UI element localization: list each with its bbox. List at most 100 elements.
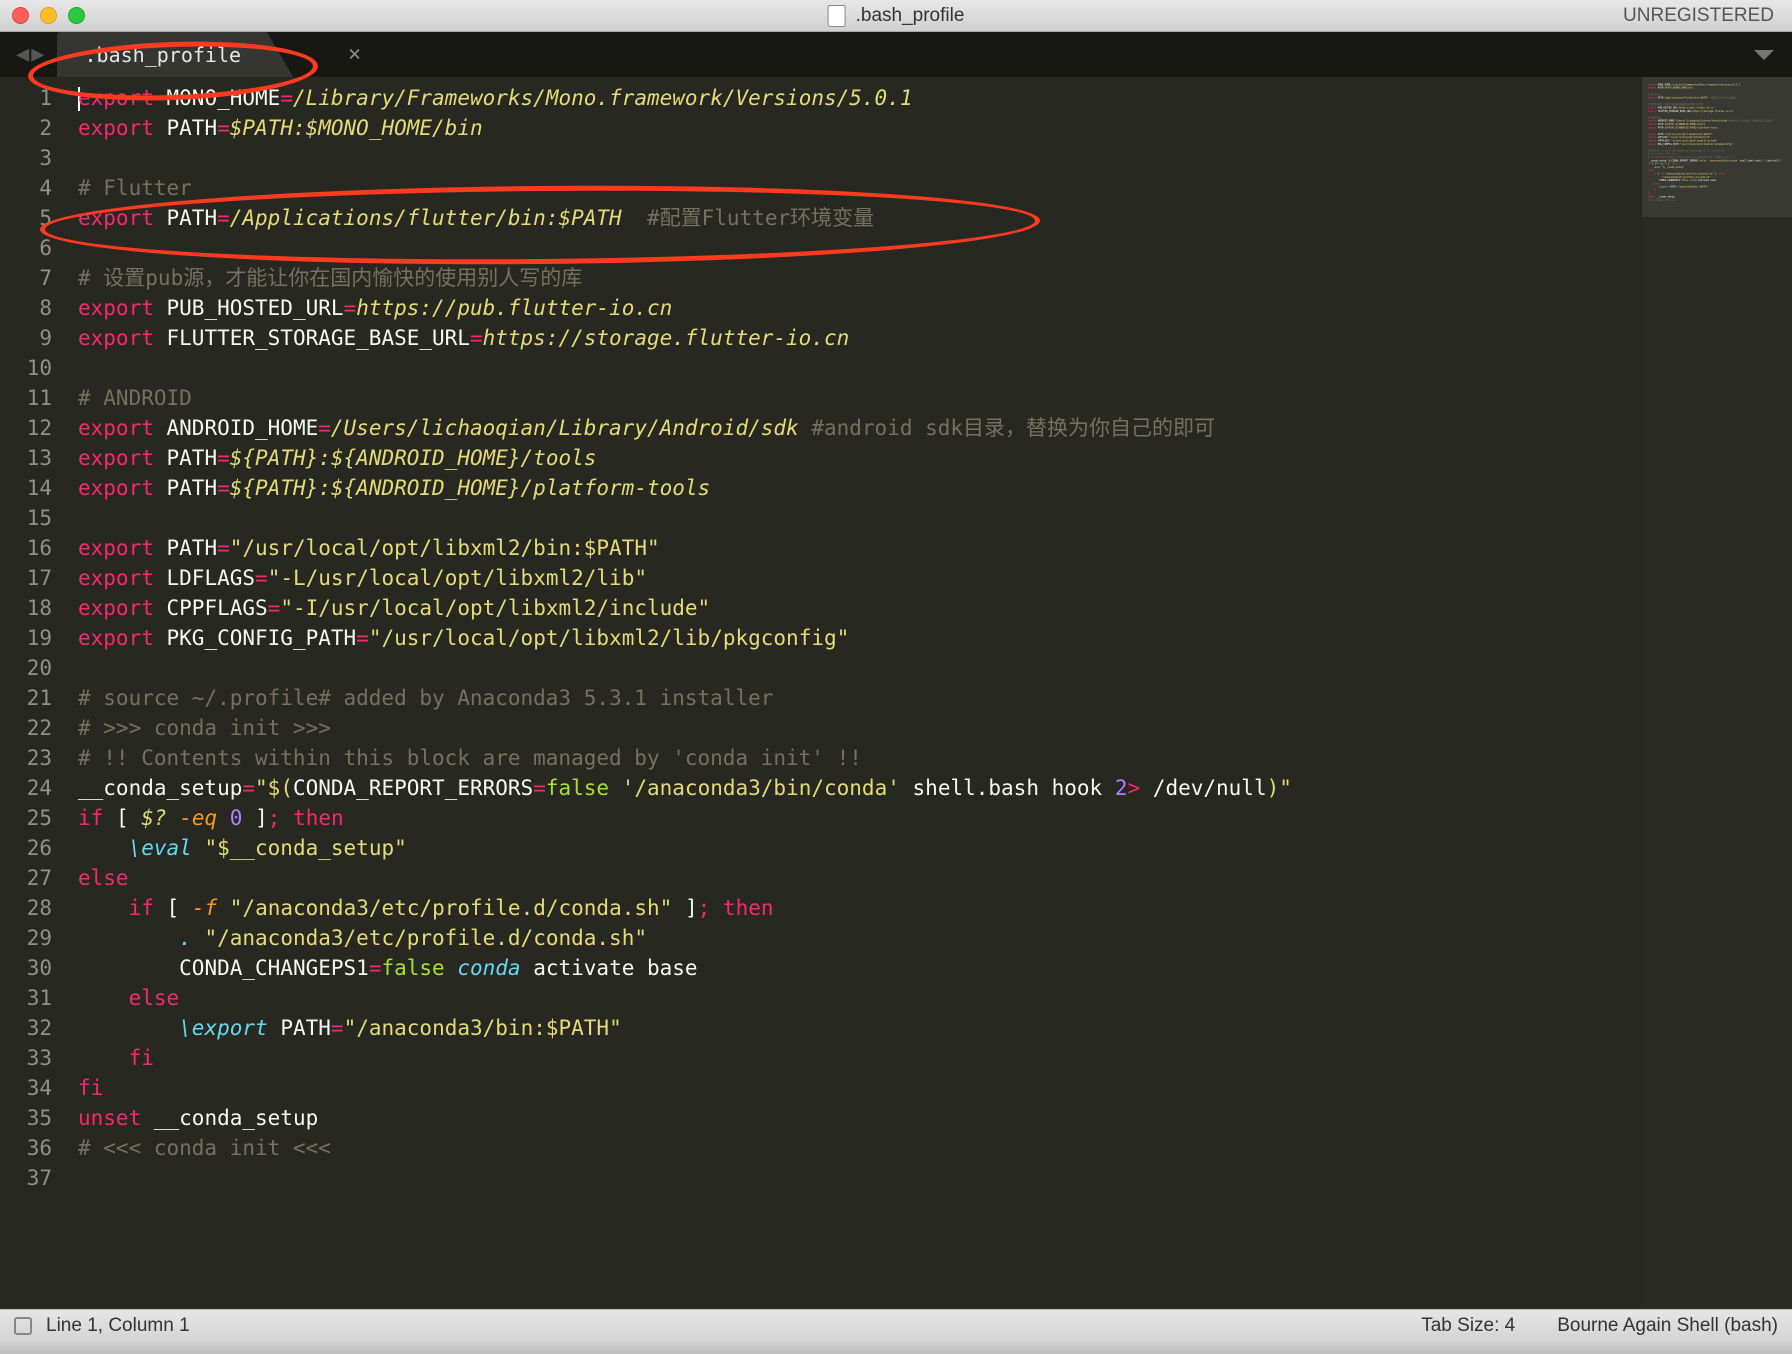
unregistered-label: UNREGISTERED <box>1623 5 1774 27</box>
line-number: 20 <box>0 653 52 683</box>
code-line[interactable]: fi <box>78 1043 1642 1073</box>
line-number: 26 <box>0 833 52 863</box>
line-number: 1 <box>0 83 52 113</box>
tab-nav-arrows: ◀ ▶ <box>8 32 53 77</box>
file-icon <box>828 5 846 27</box>
code-line[interactable]: else <box>78 983 1642 1013</box>
line-number: 7 <box>0 263 52 293</box>
line-number: 19 <box>0 623 52 653</box>
minimize-window-button[interactable] <box>40 7 57 24</box>
code-line[interactable]: if [ $? -eq 0 ]; then <box>78 803 1642 833</box>
line-number: 27 <box>0 863 52 893</box>
line-number: 24 <box>0 773 52 803</box>
tab-label: .bash_profile <box>85 43 242 67</box>
code-line[interactable]: export PATH="/usr/local/opt/libxml2/bin:… <box>78 533 1642 563</box>
code-line[interactable]: export PKG_CONFIG_PATH="/usr/local/opt/l… <box>78 623 1642 653</box>
code-line[interactable]: export PATH=${PATH}:${ANDROID_HOME}/plat… <box>78 473 1642 503</box>
line-number: 28 <box>0 893 52 923</box>
status-panel-toggle-icon[interactable] <box>14 1317 32 1335</box>
code-line[interactable]: export MONO_HOME=/Library/Frameworks/Mon… <box>78 83 1642 113</box>
tab-nav-back-icon[interactable]: ◀ <box>16 42 29 67</box>
line-number: 35 <box>0 1103 52 1133</box>
line-number: 17 <box>0 563 52 593</box>
code-line[interactable] <box>78 143 1642 173</box>
code-line[interactable]: export ANDROID_HOME=/Users/lichaoqian/Li… <box>78 413 1642 443</box>
line-number: 18 <box>0 593 52 623</box>
status-position[interactable]: Line 1, Column 1 <box>46 1315 190 1337</box>
line-number: 3 <box>0 143 52 173</box>
code-line[interactable]: # Flutter <box>78 173 1642 203</box>
line-number: 25 <box>0 803 52 833</box>
close-window-button[interactable] <box>12 7 29 24</box>
code-line[interactable]: export CPPFLAGS="-I/usr/local/opt/libxml… <box>78 593 1642 623</box>
code-line[interactable]: # >>> conda init >>> <box>78 713 1642 743</box>
line-number: 31 <box>0 983 52 1013</box>
tab-close-icon[interactable]: × <box>348 42 1734 67</box>
line-number: 29 <box>0 923 52 953</box>
code-line[interactable]: \eval "$__conda_setup" <box>78 833 1642 863</box>
line-number: 33 <box>0 1043 52 1073</box>
code-line[interactable]: export PUB_HOSTED_URL=https://pub.flutte… <box>78 293 1642 323</box>
code-line[interactable]: unset __conda_setup <box>78 1103 1642 1133</box>
tab-bash-profile[interactable]: .bash_profile <box>57 32 294 77</box>
code-line[interactable]: # <<< conda init <<< <box>78 1133 1642 1163</box>
line-number: 5 <box>0 203 52 233</box>
line-number: 14 <box>0 473 52 503</box>
line-number: 9 <box>0 323 52 353</box>
macos-dock-partial <box>0 1341 1792 1354</box>
line-number: 30 <box>0 953 52 983</box>
line-number: 32 <box>0 1013 52 1043</box>
code-line[interactable]: export PATH=/Applications/flutter/bin:$P… <box>78 203 1642 233</box>
code-line[interactable]: # 设置pub源，才能让你在国内愉快的使用别人写的库 <box>78 263 1642 293</box>
code-line[interactable]: else <box>78 863 1642 893</box>
maximize-window-button[interactable] <box>68 7 85 24</box>
window-title: .bash_profile <box>828 5 965 27</box>
statusbar: Line 1, Column 1 Tab Size: 4 Bourne Agai… <box>0 1309 1792 1341</box>
line-number: 8 <box>0 293 52 323</box>
tabbar: ◀ ▶ .bash_profile × <box>0 32 1792 77</box>
line-number: 22 <box>0 713 52 743</box>
code-line[interactable] <box>78 1163 1642 1193</box>
line-number: 10 <box>0 353 52 383</box>
line-number: 15 <box>0 503 52 533</box>
code-line[interactable] <box>78 653 1642 683</box>
code-line[interactable]: if [ -f "/anaconda3/etc/profile.d/conda.… <box>78 893 1642 923</box>
line-number: 36 <box>0 1133 52 1163</box>
code-line[interactable] <box>78 353 1642 383</box>
line-number: 2 <box>0 113 52 143</box>
code-line[interactable]: export FLUTTER_STORAGE_BASE_URL=https://… <box>78 323 1642 353</box>
minimap-content: export MONO_HOME=/Library/Frameworks/Mon… <box>1648 83 1758 205</box>
line-number: 34 <box>0 1073 52 1103</box>
tab-nav-forward-icon[interactable]: ▶ <box>31 42 44 67</box>
line-number: 16 <box>0 533 52 563</box>
line-number: 6 <box>0 233 52 263</box>
line-number: 21 <box>0 683 52 713</box>
code-line[interactable]: # !! Contents within this block are mana… <box>78 743 1642 773</box>
code-line[interactable]: \export PATH="/anaconda3/bin:$PATH" <box>78 1013 1642 1043</box>
code-line[interactable]: fi <box>78 1073 1642 1103</box>
line-number: 23 <box>0 743 52 773</box>
code-line[interactable]: CONDA_CHANGEPS1=false conda activate bas… <box>78 953 1642 983</box>
code-line[interactable]: # source ~/.profile# added by Anaconda3 … <box>78 683 1642 713</box>
code-line[interactable]: export PATH=$PATH:$MONO_HOME/bin <box>78 113 1642 143</box>
line-number: 11 <box>0 383 52 413</box>
line-number: 13 <box>0 443 52 473</box>
code-line[interactable] <box>78 233 1642 263</box>
code-line[interactable]: # ANDROID <box>78 383 1642 413</box>
code-line[interactable]: __conda_setup="$(CONDA_REPORT_ERRORS=fal… <box>78 773 1642 803</box>
code-line[interactable]: . "/anaconda3/etc/profile.d/conda.sh" <box>78 923 1642 953</box>
line-number-gutter: 1234567891011121314151617181920212223242… <box>0 77 78 1309</box>
tab-overflow-icon[interactable] <box>1754 50 1774 60</box>
status-tabsize[interactable]: Tab Size: 4 <box>1421 1315 1515 1337</box>
minimap[interactable]: export MONO_HOME=/Library/Frameworks/Mon… <box>1642 77 1792 1309</box>
code-line[interactable] <box>78 503 1642 533</box>
code-line[interactable]: export LDFLAGS="-L/usr/local/opt/libxml2… <box>78 563 1642 593</box>
code-content[interactable]: export MONO_HOME=/Library/Frameworks/Mon… <box>78 77 1642 1309</box>
line-number: 12 <box>0 413 52 443</box>
line-number: 37 <box>0 1163 52 1193</box>
editor-area[interactable]: 1234567891011121314151617181920212223242… <box>0 77 1792 1309</box>
code-line[interactable]: export PATH=${PATH}:${ANDROID_HOME}/tool… <box>78 443 1642 473</box>
titlebar: .bash_profile UNREGISTERED <box>0 0 1792 32</box>
status-syntax[interactable]: Bourne Again Shell (bash) <box>1557 1315 1778 1337</box>
traffic-lights <box>12 7 85 24</box>
